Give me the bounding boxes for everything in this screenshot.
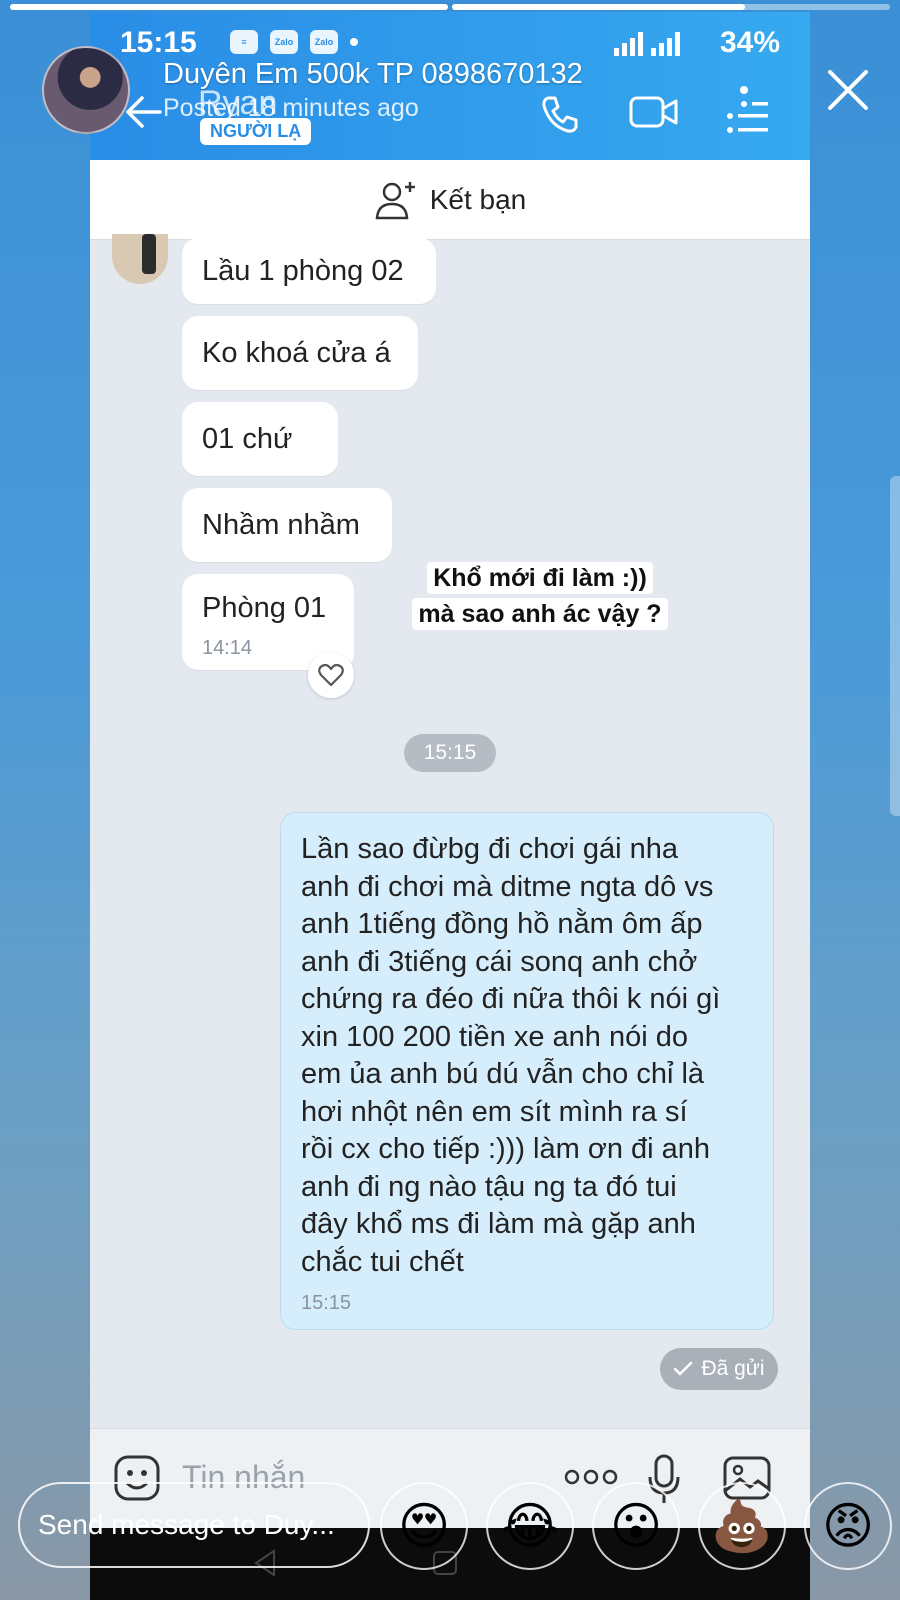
status-time: 15:15	[120, 26, 197, 59]
add-friend-label: Kết bạn	[429, 183, 527, 215]
message-text: 01 chứ	[202, 422, 293, 455]
story-progress-bar-1	[10, 4, 448, 10]
incoming-message[interactable]: Ko khoá cửa á	[182, 316, 418, 390]
poster-avatar[interactable]	[42, 46, 130, 134]
laugh-crying-emoji[interactable]: 😂	[486, 1482, 574, 1570]
checkmark-icon	[674, 1361, 693, 1376]
message-text: Phòng 01	[202, 592, 327, 624]
chat-screenshot: 15:15 ≡ Zalo Zalo 34% Ryan NGƯỜI LẠ Kết …	[90, 12, 810, 1600]
message-text: Lần sao đừbg đi chơi gái nha anh đi chơi…	[301, 833, 721, 1278]
side-panel-handle[interactable]	[890, 476, 900, 816]
posted-time: Posted 18 minutes ago	[163, 94, 419, 122]
message-text: Nhầm nhầm	[202, 508, 360, 541]
story-reply-input[interactable]: Send message to Duy...	[18, 1482, 370, 1568]
phone-call-icon[interactable]	[538, 92, 582, 136]
story-progress-fill-1	[10, 4, 448, 10]
incoming-message[interactable]: 01 chứ	[182, 402, 338, 476]
menu-list-icon[interactable]	[726, 86, 770, 136]
message-time: 15:15	[301, 1292, 352, 1314]
video-call-icon[interactable]	[628, 92, 680, 132]
incoming-message[interactable]: Nhầm nhầm	[182, 488, 392, 562]
more-options-icon[interactable]	[564, 1469, 618, 1485]
surprised-emoji[interactable]: 😮	[592, 1482, 680, 1570]
heart-eyes-emoji[interactable]: 😍	[380, 1482, 468, 1570]
story-progress-fill-2	[452, 4, 746, 10]
battery-level: 34%	[719, 26, 780, 59]
sent-status-badge: Đã gửi	[660, 1348, 778, 1390]
heart-icon	[318, 663, 344, 687]
angry-emoji[interactable]: 😡	[804, 1482, 892, 1570]
sent-status-label: Đã gửi	[701, 1357, 765, 1380]
status-notification-icons: ≡ Zalo Zalo	[230, 30, 358, 54]
message-icon: ≡	[230, 30, 258, 54]
contact-avatar[interactable]	[112, 234, 168, 284]
message-time: 14:14	[202, 637, 253, 659]
story-caption: Khổ mới đi làm :)) mà sao anh ác vậy ?	[408, 560, 672, 632]
caption-line-2: mà sao anh ác vậy ?	[412, 598, 668, 630]
react-heart-button[interactable]	[308, 652, 354, 698]
add-friend-bar[interactable]: Kết bạn	[90, 160, 810, 240]
message-text: Lầu 1 phòng 02	[202, 254, 404, 287]
notification-dot-icon	[350, 38, 358, 46]
poop-emoji[interactable]: 💩	[698, 1482, 786, 1570]
time-divider: 15:15	[404, 734, 496, 772]
poster-name[interactable]: Duyên Em 500k TP 0898670132	[163, 58, 583, 91]
add-friend-icon	[375, 181, 415, 219]
story-progress-bar-2	[452, 4, 890, 10]
outgoing-message[interactable]: Lần sao đừbg đi chơi gái nha anh đi chơi…	[280, 812, 774, 1330]
signal-icon	[614, 30, 680, 56]
zalo-app-icon: Zalo	[310, 30, 338, 54]
back-arrow-icon[interactable]	[124, 94, 164, 130]
incoming-message[interactable]: Lầu 1 phòng 02	[182, 238, 436, 304]
message-text: Ko khoá cửa á	[202, 336, 391, 369]
close-icon[interactable]	[826, 68, 870, 112]
caption-line-1: Khổ mới đi làm :))	[427, 562, 653, 594]
zalo-app-icon: Zalo	[270, 30, 298, 54]
